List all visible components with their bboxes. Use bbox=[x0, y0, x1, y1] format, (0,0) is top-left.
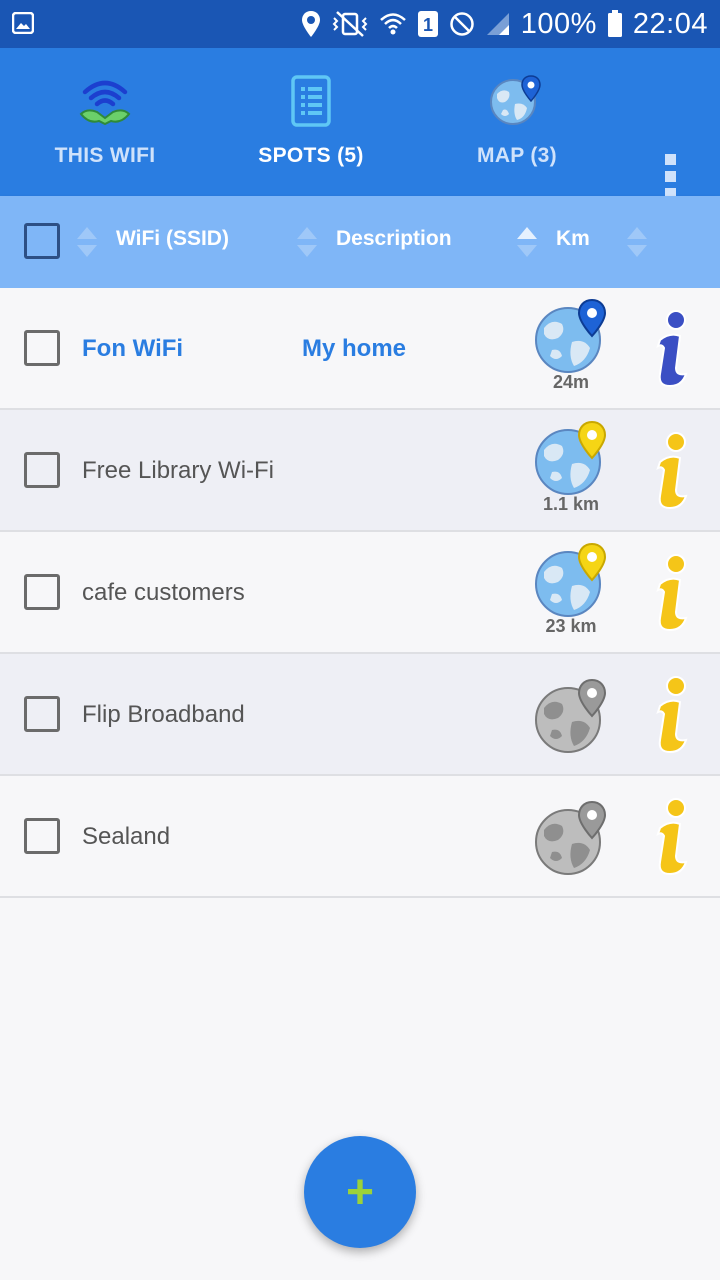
info-icon[interactable] bbox=[646, 432, 696, 512]
sort-down-arrow bbox=[627, 245, 647, 257]
status-bar: 1 100% 22:04 bbox=[0, 0, 720, 48]
row-distance: 24m bbox=[552, 372, 590, 392]
table-row[interactable]: cafe customers 23 km bbox=[0, 532, 720, 654]
globe-pin-icon[interactable] bbox=[534, 298, 612, 376]
row-checkbox[interactable] bbox=[24, 452, 60, 488]
mute-vibrate-icon bbox=[331, 10, 369, 38]
location-icon bbox=[301, 10, 321, 38]
tab-map[interactable]: MAP (3) bbox=[414, 48, 620, 196]
globe-pin-icon[interactable] bbox=[534, 800, 612, 878]
list-document-icon bbox=[281, 72, 341, 130]
row-distance: 1.1 km bbox=[542, 494, 600, 514]
globe-pin-icon[interactable] bbox=[534, 678, 612, 756]
globe-pin-icon bbox=[487, 72, 547, 130]
table-row[interactable]: Flip Broadband bbox=[0, 654, 720, 776]
info-icon[interactable] bbox=[646, 798, 696, 878]
list-column-header: WiFi (SSID) Description Km bbox=[0, 196, 720, 288]
sort-description-icon[interactable] bbox=[296, 227, 318, 257]
sort-km-icon[interactable] bbox=[516, 227, 538, 257]
wifi-status-icon bbox=[379, 11, 407, 37]
plus-icon: + bbox=[345, 1165, 375, 1219]
row-checkbox[interactable] bbox=[24, 574, 60, 610]
app-bar: THIS WIFI SPOTS (5) MAP (3) bbox=[0, 48, 720, 199]
add-spot-button[interactable]: + bbox=[304, 1136, 416, 1248]
row-distance: 23 km bbox=[545, 616, 597, 636]
gallery-notification-icon bbox=[11, 11, 35, 35]
column-description[interactable]: Description bbox=[336, 227, 452, 251]
row-checkbox[interactable] bbox=[24, 818, 60, 854]
row-ssid: cafe customers bbox=[82, 579, 245, 606]
sort-up-arrow bbox=[77, 227, 97, 239]
sort-up-arrow bbox=[627, 227, 647, 239]
sim-slot-icon: 1 bbox=[417, 10, 439, 38]
sort-down-arrow bbox=[77, 245, 97, 257]
tab-spots[interactable]: SPOTS (5) bbox=[208, 48, 414, 196]
row-ssid: Sealand bbox=[82, 823, 171, 850]
menu-dot bbox=[664, 153, 676, 165]
row-description: My home bbox=[302, 335, 407, 362]
do-not-disturb-icon bbox=[449, 11, 475, 37]
row-ssid: Fon WiFi bbox=[82, 335, 184, 362]
info-icon[interactable] bbox=[646, 676, 696, 756]
wifi-spot-list: Fon WiFi My home 24m Free Library Wi-Fi … bbox=[0, 288, 720, 898]
sort-down-arrow bbox=[517, 245, 537, 257]
sort-down-arrow bbox=[297, 245, 317, 257]
tab-label: SPOTS (5) bbox=[258, 144, 364, 167]
battery-percent: 100% bbox=[520, 7, 597, 40]
sort-up-arrow bbox=[297, 227, 317, 239]
row-ssid: Free Library Wi-Fi bbox=[82, 457, 275, 484]
info-icon[interactable] bbox=[646, 310, 696, 390]
sort-extra-icon[interactable] bbox=[626, 227, 648, 257]
column-ssid[interactable]: WiFi (SSID) bbox=[116, 227, 229, 251]
sort-up-arrow bbox=[517, 227, 537, 239]
row-checkbox[interactable] bbox=[24, 696, 60, 732]
tab-this-wifi[interactable]: THIS WIFI bbox=[2, 48, 208, 196]
table-row[interactable]: Sealand bbox=[0, 776, 720, 898]
sort-ssid-icon[interactable] bbox=[76, 227, 98, 257]
wifi-signal-icon bbox=[75, 72, 135, 130]
clock: 22:04 bbox=[632, 7, 708, 40]
column-km[interactable]: Km bbox=[556, 227, 590, 251]
svg-text:1: 1 bbox=[423, 15, 433, 35]
table-row[interactable]: Free Library Wi-Fi 1.1 km bbox=[0, 410, 720, 532]
select-all-checkbox[interactable] bbox=[24, 223, 60, 259]
menu-dot bbox=[664, 170, 676, 182]
cell-signal-icon bbox=[485, 11, 511, 37]
row-ssid: Flip Broadband bbox=[82, 701, 245, 728]
globe-pin-icon[interactable] bbox=[534, 542, 612, 620]
tab-label: THIS WIFI bbox=[54, 144, 156, 167]
battery-icon bbox=[607, 10, 623, 38]
tab-label: MAP (3) bbox=[477, 144, 557, 167]
globe-pin-icon[interactable] bbox=[534, 420, 612, 498]
info-icon[interactable] bbox=[646, 554, 696, 634]
row-checkbox[interactable] bbox=[24, 330, 60, 366]
table-row[interactable]: Fon WiFi My home 24m bbox=[0, 288, 720, 410]
